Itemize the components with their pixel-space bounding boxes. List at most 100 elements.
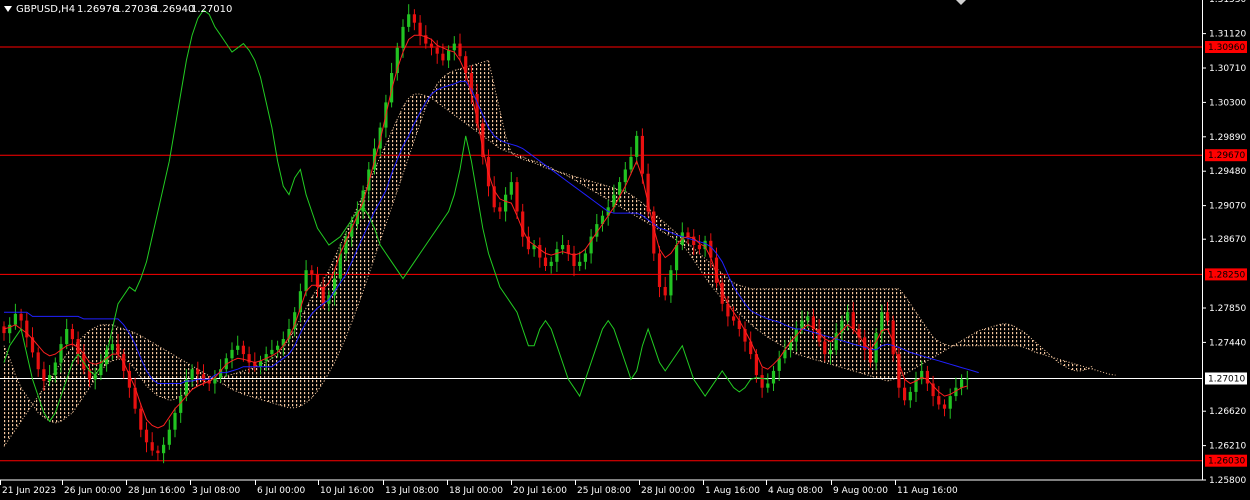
candle-body (965, 378, 969, 380)
candle-body (390, 73, 394, 103)
candle-body (851, 312, 855, 329)
candle-body (230, 349, 234, 359)
candle-body (2, 326, 6, 334)
date-tick-label: 6 Jul 00:00 (257, 486, 306, 496)
candle-body (903, 387, 907, 401)
candle-body (885, 312, 890, 321)
price-tick-label: 1.26620 (1209, 407, 1246, 417)
date-tick-label: 18 Jul 00:00 (449, 486, 503, 496)
candle-body (817, 329, 821, 342)
candle-body (321, 287, 325, 304)
candle-body (766, 383, 770, 388)
ohlc-open: 1.26976 (77, 4, 118, 15)
candle-body (874, 333, 878, 363)
date-tick-label: 25 Jul 08:00 (577, 486, 631, 496)
candle-body (435, 47, 439, 54)
price-tick-label: 1.31120 (1209, 30, 1246, 40)
price-tick-label: 1.29070 (1209, 202, 1246, 212)
date-tick-label: 21 Jun 2023 (2, 486, 56, 496)
candle-body (441, 53, 445, 61)
candle-body (760, 375, 764, 388)
candle-body (538, 245, 542, 258)
candle-body (498, 207, 502, 212)
candle-body (8, 324, 12, 334)
candle-body (70, 329, 74, 340)
candle-body (258, 360, 263, 367)
candle-body (253, 362, 257, 367)
candle-body (144, 429, 149, 443)
candle-body (515, 182, 519, 212)
candle-body (828, 349, 833, 355)
candle-body (925, 370, 929, 384)
candle-body (190, 369, 194, 380)
candle-body (167, 429, 171, 445)
candle-body (401, 26, 405, 48)
price-tick-label: 1.25800 (1209, 476, 1246, 486)
date-tick-label: 9 Aug 00:00 (833, 486, 888, 496)
date-tick-label: 10 Jul 16:00 (320, 486, 374, 496)
candle-body (549, 261, 553, 266)
candle-body (156, 450, 160, 454)
candle-body (196, 369, 200, 375)
price-tick-label: 1.30300 (1209, 98, 1246, 108)
candle-body (891, 320, 895, 355)
date-tick-label: 28 Jul 00:00 (641, 486, 695, 496)
price-tick-label: 1.27440 (1209, 338, 1246, 348)
candle-body (669, 270, 673, 296)
candle-body (618, 182, 622, 195)
candle-body (447, 50, 451, 61)
candle-body (150, 442, 154, 451)
candle-body (675, 245, 679, 271)
date-tick-label: 11 Aug 16:00 (897, 486, 958, 496)
candle-body (201, 374, 206, 381)
candle-body (771, 370, 776, 384)
price-tick-label: 1.29480 (1209, 167, 1246, 177)
candle-body (806, 316, 810, 321)
candle-body (407, 14, 411, 27)
price-tick-label: 1.27850 (1209, 304, 1246, 314)
candle-body (657, 253, 662, 287)
candle-body (777, 358, 781, 371)
candle-body (13, 313, 17, 325)
ohlc-high: 1.27036 (115, 4, 156, 15)
candle-body (116, 344, 120, 355)
candle-body (110, 344, 114, 350)
candle-body (412, 14, 416, 23)
candle-body (623, 169, 627, 183)
price-axis: 1.31530 1.31120 1.30710 1.30300 1.29890 1.294… (1202, 0, 1246, 486)
ohlc-low: 1.26940 (153, 4, 194, 15)
candle-body (65, 329, 69, 345)
candle-body (236, 345, 240, 350)
date-tick-label: 13 Jul 08:00 (385, 486, 439, 496)
level-label-3: 1.28250 (1208, 270, 1245, 280)
candle-body (908, 391, 912, 401)
level-label-4: 1.26030 (1208, 457, 1245, 467)
price-chart[interactable]: 1.31530 1.31120 1.30710 1.30300 1.29890 1.294… (0, 0, 1250, 500)
candle-body (578, 261, 582, 266)
candle-body (42, 369, 46, 381)
candle-body (36, 352, 40, 370)
candle-body (868, 349, 872, 363)
symbol-timeframe: GBPUSD,H4 (16, 4, 75, 15)
candle-body (59, 344, 63, 363)
price-tick-label: 1.31530 (1209, 0, 1246, 5)
date-tick-label: 3 Jul 08:00 (192, 486, 241, 496)
candle-body (640, 135, 644, 174)
candle-body (948, 396, 952, 409)
chart-window[interactable]: 1.31530 1.31120 1.30710 1.30300 1.29890 1.294… (0, 0, 1250, 500)
candle-body (942, 404, 947, 409)
candle-body (93, 375, 97, 380)
candle-body (566, 245, 570, 254)
price-tick-label: 1.30710 (1209, 64, 1246, 74)
price-tick-label: 1.29890 (1209, 133, 1246, 143)
candle-body (139, 408, 143, 430)
date-tick-label: 20 Jul 16:00 (513, 486, 567, 496)
candle-body (697, 245, 701, 250)
candle-body (663, 287, 667, 296)
candle-body (583, 253, 587, 262)
candle-body (19, 313, 23, 321)
candle-body (509, 182, 513, 195)
ohlc-close: 1.27010 (191, 4, 232, 15)
candle-body (458, 43, 462, 57)
candle-body (310, 270, 314, 275)
